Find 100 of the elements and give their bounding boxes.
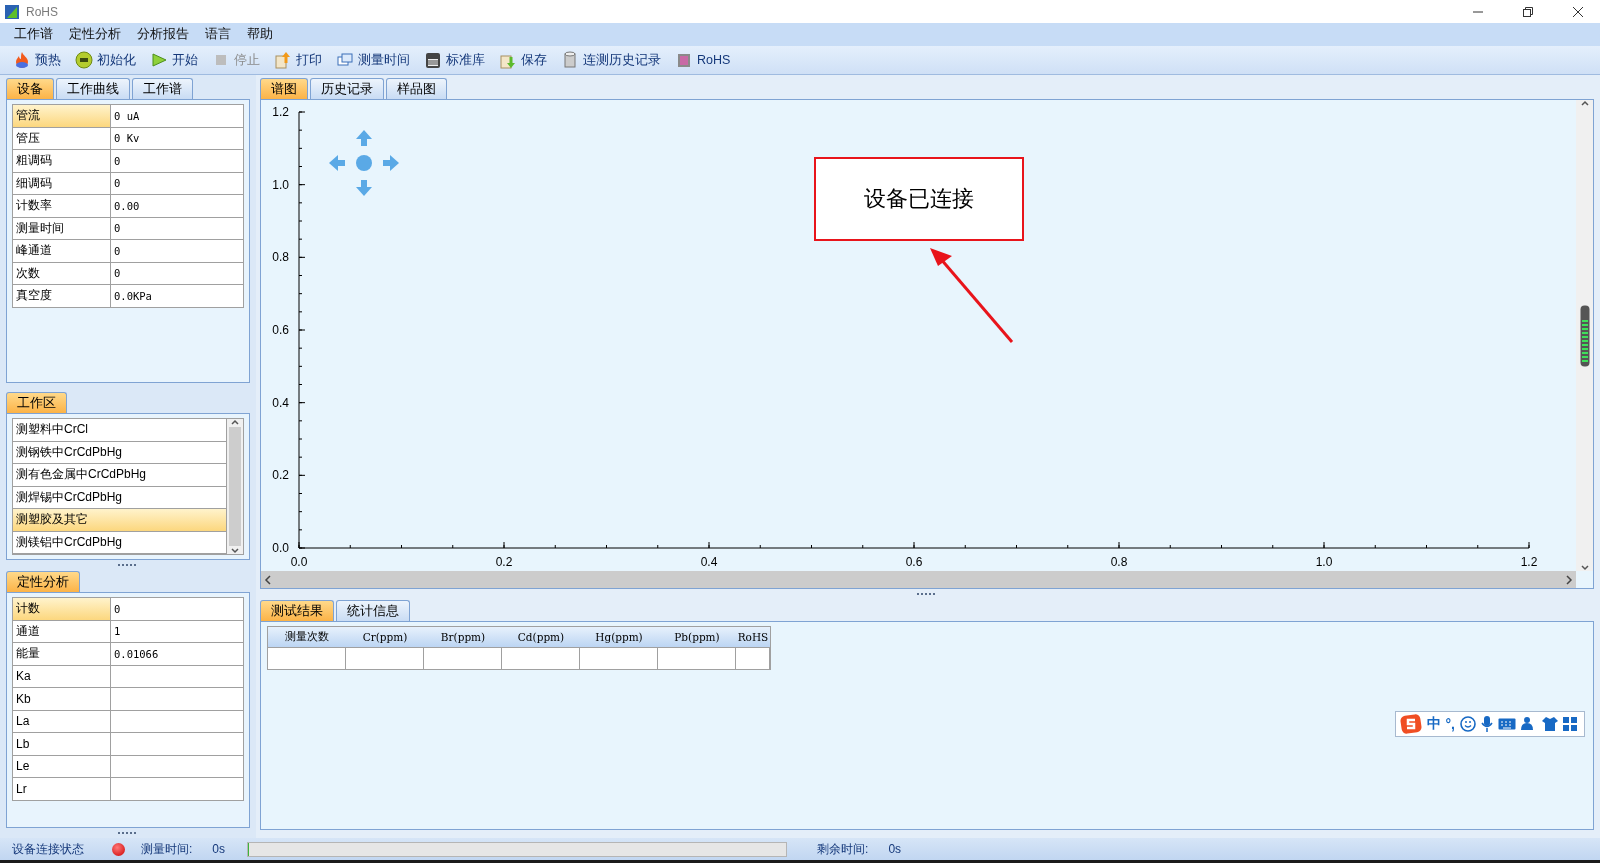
toolbar-button[interactable]: 打印 <box>269 48 327 72</box>
app-logo-icon <box>4 3 20 20</box>
y-tick-label: 0.4 <box>272 395 289 410</box>
status-value: 0s <box>212 842 226 856</box>
list-item[interactable]: 测有色金属中CrCdPbHg <box>13 464 227 487</box>
column-header: Cr(ppm) <box>346 627 424 647</box>
property-name-cell[interactable]: 细调码 <box>13 172 111 195</box>
tab[interactable]: 统计信息 <box>336 600 410 621</box>
tab[interactable]: 历史记录 <box>310 78 384 99</box>
property-name-cell[interactable]: 峰通道 <box>13 240 111 263</box>
column-header: RoHS <box>736 627 770 647</box>
scrollbar[interactable] <box>261 571 1576 588</box>
splitter-grip-icon <box>117 563 139 567</box>
property-value-cell: 0 <box>111 262 244 285</box>
list-item[interactable]: 测塑胶及其它 <box>13 509 227 532</box>
toolbar-button[interactable]: RoHS <box>670 48 736 72</box>
property-name-cell[interactable]: 管流 <box>13 105 111 128</box>
toolbar-button[interactable]: 连测历史记录 <box>556 48 666 72</box>
splitter-grip-icon <box>117 831 139 835</box>
y-tick-label: 0.8 <box>272 250 289 265</box>
tab[interactable]: 工作曲线 <box>56 78 130 99</box>
tab[interactable]: 工作谱 <box>132 78 193 99</box>
tab[interactable]: 谱图 <box>260 78 308 99</box>
toolbar-button[interactable]: 初始化 <box>70 48 141 72</box>
toolbar-button[interactable]: 预热 <box>8 48 66 72</box>
tab[interactable]: 设备 <box>6 78 54 99</box>
menu-item[interactable]: 工作谱 <box>6 26 61 43</box>
y-tick-label: 0.6 <box>272 323 289 337</box>
document-arrow-icon <box>274 51 292 69</box>
property-name-cell[interactable]: Lb <box>13 733 111 756</box>
tab[interactable]: 测试结果 <box>260 600 334 621</box>
property-name-cell[interactable]: Ka <box>13 665 111 688</box>
x-tick-label: 0.4 <box>700 555 718 569</box>
property-name-cell[interactable]: Kb <box>13 688 111 711</box>
column-header: Br(ppm) <box>424 627 502 647</box>
property-name-cell[interactable]: Lr <box>13 778 111 801</box>
chevron-up-icon <box>1580 100 1589 106</box>
close-icon <box>1573 6 1583 17</box>
tab[interactable]: 定性分析 <box>6 571 80 592</box>
property-name-cell[interactable]: 真空度 <box>13 285 111 308</box>
list-item[interactable]: 测镁铝中CrCdPbHg <box>13 531 227 554</box>
chevron-up-icon <box>231 419 239 425</box>
property-name-cell[interactable]: Le <box>13 755 111 778</box>
window-title: RoHS <box>26 4 59 19</box>
input-mode-label[interactable]: 中 <box>1426 715 1441 733</box>
property-name-cell[interactable]: 通道 <box>13 620 111 643</box>
play-icon <box>150 51 168 69</box>
property-value-cell: 0.01066 <box>111 643 244 666</box>
property-value-cell: 0 uA <box>111 105 244 128</box>
property-name-cell[interactable]: 计数 <box>13 598 111 621</box>
property-name-cell[interactable]: La <box>13 710 111 733</box>
property-name-cell[interactable]: 测量时间 <box>13 217 111 240</box>
property-name-cell[interactable]: 能量 <box>13 643 111 666</box>
grid-icon[interactable] <box>1563 716 1578 732</box>
flame-icon <box>13 51 31 69</box>
printer-icon <box>424 51 442 69</box>
status-label: 剩余时间: <box>817 840 869 858</box>
menu-item[interactable]: 定性分析 <box>61 26 129 43</box>
menu-item[interactable]: 帮助 <box>239 26 281 43</box>
cylinder-icon <box>561 51 579 69</box>
level-meter-drawing <box>1579 304 1590 367</box>
property-name-cell[interactable]: 次数 <box>13 262 111 285</box>
smiley-icon[interactable] <box>1460 716 1476 732</box>
shirt-icon[interactable] <box>1542 716 1558 732</box>
property-name-cell[interactable]: 管压 <box>13 127 111 150</box>
y-tick-label: 0.2 <box>272 468 289 483</box>
scrollbar[interactable] <box>1576 100 1593 571</box>
window-icon <box>336 51 354 69</box>
x-tick-label: 0.2 <box>495 555 513 569</box>
property-value-cell: 0 <box>111 598 244 621</box>
toolbar-button[interactable]: 测量时间 <box>331 48 415 72</box>
y-tick-label: 1.2 <box>272 105 289 119</box>
property-value-cell: 0 <box>111 172 244 195</box>
property-name-cell[interactable]: 计数率 <box>13 195 111 218</box>
chevron-down-icon <box>1580 565 1589 571</box>
property-name-cell[interactable]: 粗调码 <box>13 150 111 173</box>
menu-item[interactable]: 分析报告 <box>129 26 197 43</box>
microphone-icon[interactable] <box>1481 716 1493 732</box>
property-value-cell: 0 <box>111 217 244 240</box>
property-value-cell: 0 <box>111 240 244 263</box>
x-tick-label: 1.2 <box>1520 555 1538 569</box>
x-tick-label: 0.6 <box>905 555 923 569</box>
scrollbar[interactable] <box>227 419 243 554</box>
tab[interactable]: 工作区 <box>6 392 67 413</box>
tab[interactable]: 样品图 <box>386 78 447 99</box>
column-header: Hg(ppm) <box>580 627 658 647</box>
list-item[interactable]: 测钢铁中CrCdPbHg <box>13 441 227 464</box>
column-header: Pb(ppm) <box>658 627 736 647</box>
list-item[interactable]: 测塑料中CrCl <box>13 419 227 442</box>
toolbar-button[interactable]: 开始 <box>145 48 203 72</box>
property-value-cell: 0.00 <box>111 195 244 218</box>
column-header: Cd(ppm) <box>502 627 580 647</box>
toolbar-button[interactable]: 标准库 <box>419 48 490 72</box>
y-tick-label: 1.0 <box>272 177 289 192</box>
menu-item[interactable]: 语言 <box>197 26 239 43</box>
punctuation-toggle[interactable]: °, <box>1445 716 1455 732</box>
toolbar-button[interactable]: 保存 <box>494 48 552 72</box>
keyboard-icon[interactable] <box>1498 717 1516 731</box>
restore-icon <box>1523 6 1533 17</box>
column-header: 测量次数 <box>268 627 346 647</box>
